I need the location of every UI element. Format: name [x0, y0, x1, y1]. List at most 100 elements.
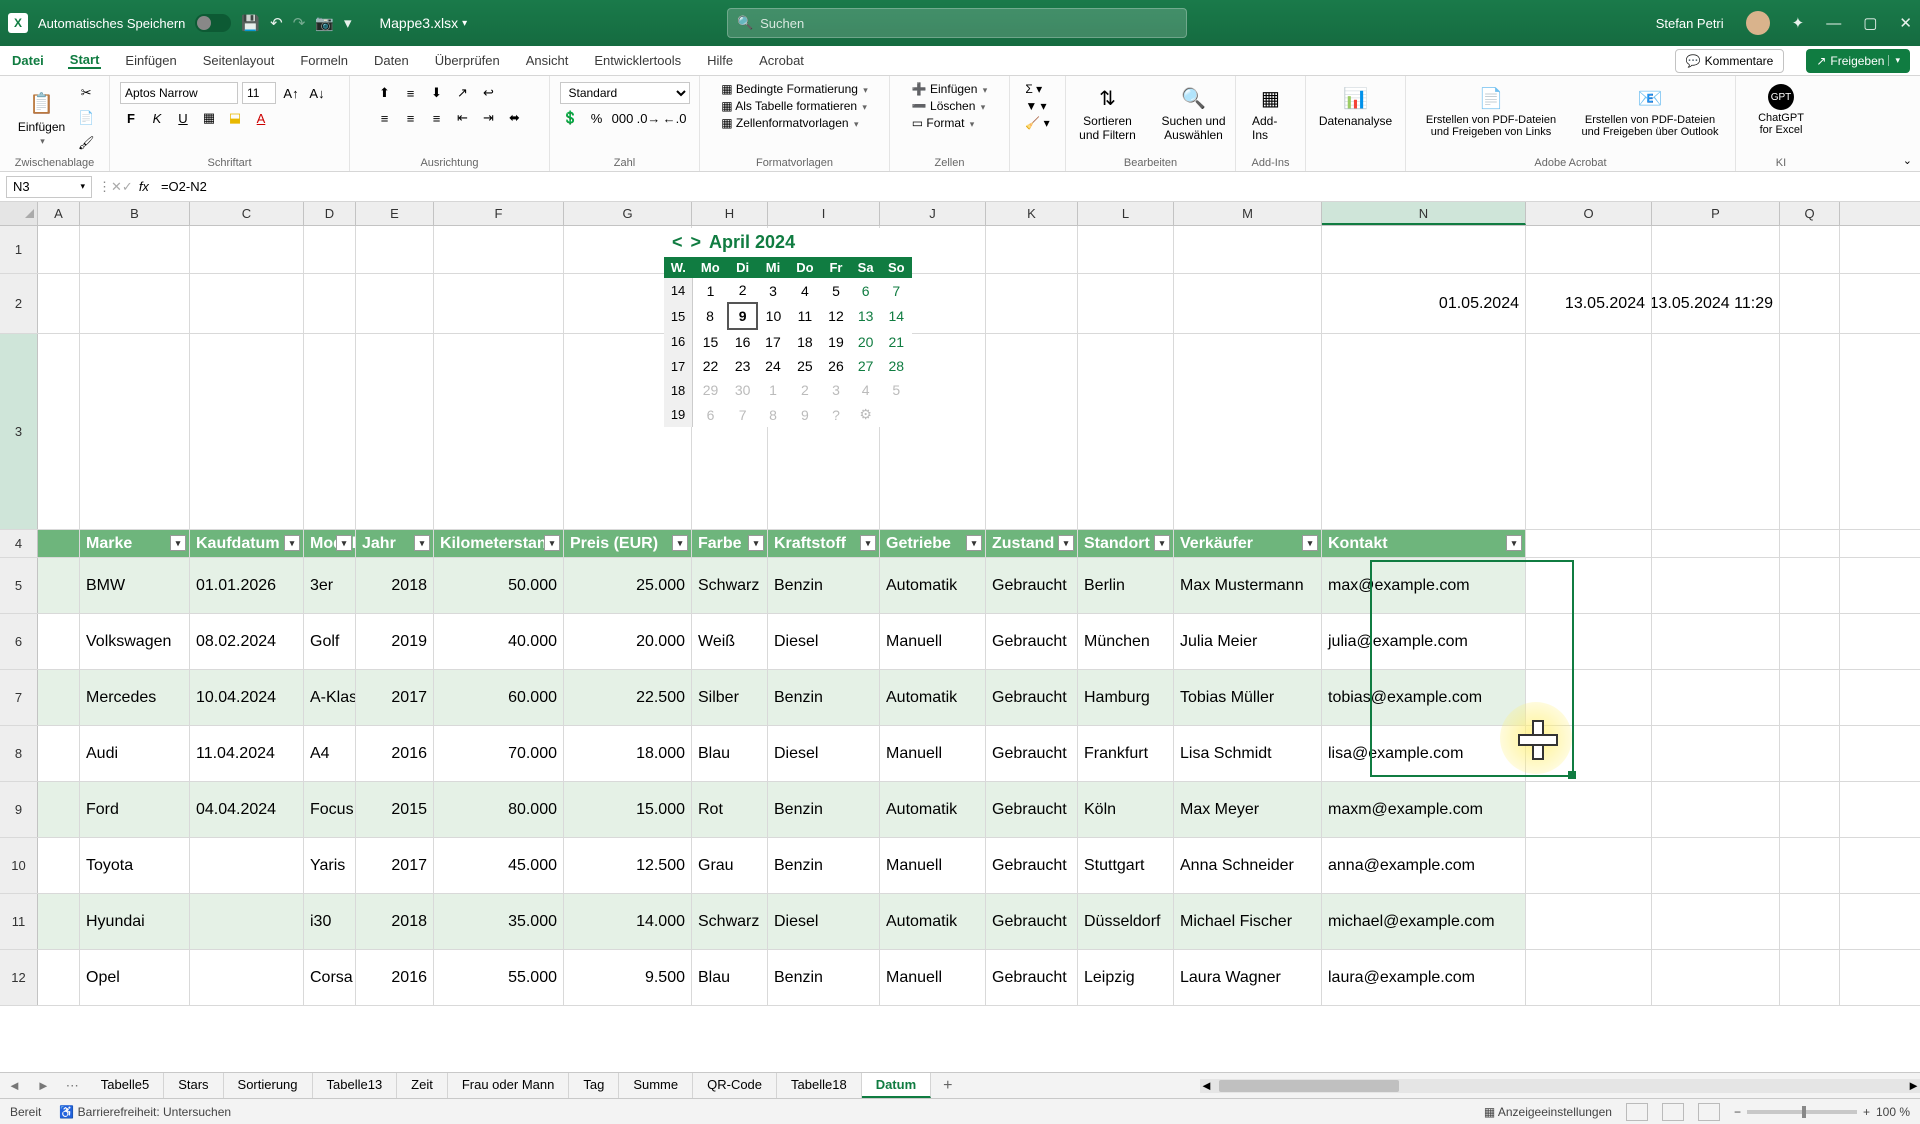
calendar-day[interactable]: 4	[789, 278, 822, 303]
calendar-day[interactable]: 17	[757, 329, 788, 354]
table-cell[interactable]: Laura Wagner	[1174, 950, 1322, 1005]
tab-start[interactable]: Start	[68, 52, 102, 69]
table-cell[interactable]	[38, 782, 80, 837]
col-C[interactable]: C	[190, 202, 304, 225]
table-cell[interactable]: Manuell	[880, 614, 986, 669]
row-header[interactable]: 10	[0, 838, 38, 893]
table-cell[interactable]	[38, 726, 80, 781]
cell-p2[interactable]: 13.05.2024 11:29	[1652, 274, 1780, 333]
table-cell[interactable]: Schwarz	[692, 894, 768, 949]
table-cell[interactable]: 2018	[356, 558, 434, 613]
confirm-formula-icon[interactable]: ✓	[122, 179, 133, 195]
diamond-icon[interactable]: ✦	[1792, 14, 1805, 32]
calendar-day[interactable]: 20	[851, 329, 881, 354]
filter-icon[interactable]: ▾	[1058, 535, 1074, 551]
copy-icon[interactable]: 📄	[75, 107, 97, 129]
calendar-day[interactable]: 27	[851, 354, 881, 378]
table-cell[interactable]: Automatik	[880, 670, 986, 725]
view-page-break-icon[interactable]	[1698, 1103, 1720, 1121]
name-box[interactable]: N3▾	[6, 176, 92, 198]
table-cell[interactable]: Hyundai	[80, 894, 190, 949]
table-cell[interactable]: Gebraucht	[986, 558, 1078, 613]
table-cell[interactable]: 14.000	[564, 894, 692, 949]
align-right-icon[interactable]: ≡	[426, 107, 448, 129]
calendar-day[interactable]: 3	[821, 378, 850, 402]
calendar-day[interactable]: 6	[851, 278, 881, 303]
sheet-tab[interactable]: Datum	[862, 1073, 931, 1098]
filter-icon[interactable]: ▾	[336, 535, 352, 551]
italic-button[interactable]: K	[146, 107, 168, 129]
table-cell[interactable]: Gebraucht	[986, 894, 1078, 949]
calendar-day[interactable]: 3	[757, 278, 788, 303]
table-cell[interactable]: Grau	[692, 838, 768, 893]
collapse-ribbon-icon[interactable]: ⌄	[1903, 154, 1912, 167]
qat-dropdown-icon[interactable]: ▾	[344, 14, 352, 32]
calendar-day[interactable]: 8	[757, 402, 788, 427]
table-cell[interactable]: lisa@example.com	[1322, 726, 1526, 781]
table-cell[interactable]	[38, 894, 80, 949]
close-icon[interactable]: ✕	[1899, 14, 1912, 32]
percent-icon[interactable]: %	[586, 107, 608, 129]
table-cell[interactable]: A-Klasse	[304, 670, 356, 725]
autosave-toggle[interactable]	[195, 14, 231, 32]
table-cell[interactable]: Max Mustermann	[1174, 558, 1322, 613]
sheet-tab[interactable]: Zeit	[397, 1073, 448, 1098]
table-cell[interactable]: 50.000	[434, 558, 564, 613]
table-cell[interactable]: 22.500	[564, 670, 692, 725]
table-cell[interactable]: Diesel	[768, 894, 880, 949]
filter-icon[interactable]: ▾	[966, 535, 982, 551]
worksheet-grid[interactable]: A B C D E F G H I J K L M N O P Q 1 2 01…	[0, 202, 1920, 1072]
cell-n2[interactable]: 01.05.2024	[1322, 274, 1526, 333]
table-cell[interactable]: Manuell	[880, 838, 986, 893]
calendar-day[interactable]: 6	[693, 402, 728, 427]
table-cell[interactable]: Düsseldorf	[1078, 894, 1174, 949]
table-cell[interactable]: Opel	[80, 950, 190, 1005]
select-all-button[interactable]	[0, 202, 38, 225]
table-cell[interactable]: Anna Schneider	[1174, 838, 1322, 893]
table-cell[interactable]: Tobias Müller	[1174, 670, 1322, 725]
table-cell[interactable]	[38, 670, 80, 725]
col-L[interactable]: L	[1078, 202, 1174, 225]
calendar-day[interactable]: 30	[728, 378, 757, 402]
inc-decimal-icon[interactable]: .0→	[638, 107, 660, 129]
row-header[interactable]: 11	[0, 894, 38, 949]
sheet-nav-prev-icon[interactable]: ◄	[0, 1078, 29, 1093]
filter-icon[interactable]: ▾	[672, 535, 688, 551]
search-box[interactable]: 🔍	[727, 8, 1187, 38]
table-cell[interactable]: Toyota	[80, 838, 190, 893]
col-D[interactable]: D	[304, 202, 356, 225]
table-cell[interactable]: 25.000	[564, 558, 692, 613]
calendar-day[interactable]: 11	[789, 303, 822, 329]
sort-filter-button[interactable]: ⇅Sortieren und Filtern	[1067, 82, 1149, 144]
calendar-day[interactable]: 1	[757, 378, 788, 402]
table-cell[interactable]: Köln	[1078, 782, 1174, 837]
table-cell[interactable]: 20.000	[564, 614, 692, 669]
table-cell[interactable]: 9.500	[564, 950, 692, 1005]
calendar-day[interactable]: 5	[881, 378, 912, 402]
table-cell[interactable]: Lisa Schmidt	[1174, 726, 1322, 781]
col-H[interactable]: H	[692, 202, 768, 225]
calendar-day[interactable]: ⚙	[851, 402, 881, 427]
horizontal-scrollbar[interactable]: ◄►	[1200, 1079, 1920, 1093]
calendar-day[interactable]: 1	[693, 278, 728, 303]
increase-font-icon[interactable]: A↑	[280, 82, 302, 104]
font-size[interactable]	[242, 82, 276, 104]
col-Q[interactable]: Q	[1780, 202, 1840, 225]
table-cell[interactable]: Golf	[304, 614, 356, 669]
table-cell[interactable]	[190, 894, 304, 949]
calendar-day[interactable]: 22	[693, 354, 728, 378]
zoom-control[interactable]: −+100 %	[1734, 1105, 1910, 1119]
table-cell[interactable]: BMW	[80, 558, 190, 613]
table-cell[interactable]: max@example.com	[1322, 558, 1526, 613]
tab-acrobat[interactable]: Acrobat	[757, 53, 806, 68]
table-cell[interactable]	[38, 950, 80, 1005]
table-cell[interactable]	[38, 558, 80, 613]
table-cell[interactable]	[190, 838, 304, 893]
table-cell[interactable]: Automatik	[880, 782, 986, 837]
calendar-day[interactable]: 21	[881, 329, 912, 354]
sheet-tab[interactable]: Tag	[569, 1073, 619, 1098]
calendar-day[interactable]: 15	[693, 329, 728, 354]
chatgpt-button[interactable]: GPTChatGPT for Excel	[1746, 82, 1816, 138]
next-month-icon[interactable]: >	[691, 232, 702, 253]
font-color-button[interactable]: A	[250, 107, 272, 129]
